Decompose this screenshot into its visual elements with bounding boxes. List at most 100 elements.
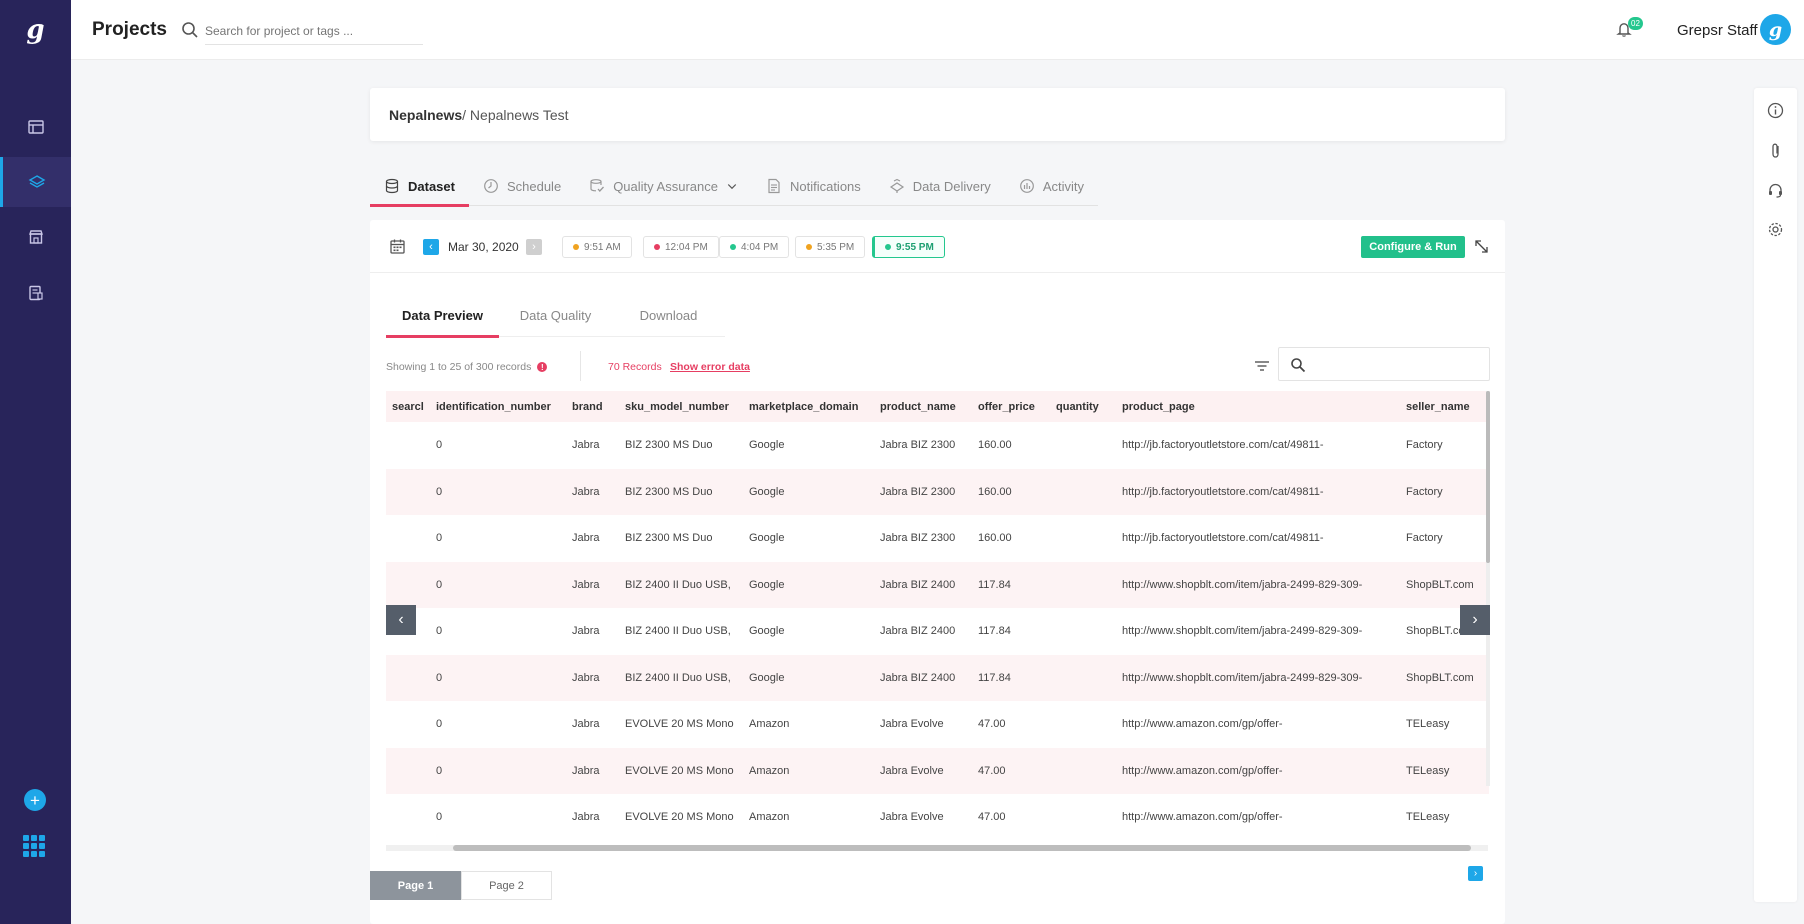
breadcrumb: Nepalnews/ Nepalnews Test <box>389 107 569 123</box>
settings-icon[interactable] <box>1766 220 1785 239</box>
horizontal-scrollbar[interactable] <box>386 845 1488 851</box>
table-cell: EVOLVE 20 MS Mono <box>619 794 743 841</box>
table-cell: Factory <box>1400 468 1489 515</box>
avatar[interactable]: g <box>1760 14 1791 45</box>
table-cell: BIZ 2400 II Duo USB, <box>619 561 743 608</box>
tab-data-quality[interactable]: Data Quality <box>499 294 612 337</box>
breadcrumb-parent[interactable]: Nepalnews <box>389 107 462 123</box>
run-time-pill-active[interactable]: 9:55 PM <box>872 236 945 258</box>
page-button[interactable]: Page 1 <box>370 871 461 900</box>
table-row[interactable]: 0 Jabra EVOLVE 20 MS Mono Amazon Jabra Evolv… <box>386 747 1489 794</box>
sidebar-item-store[interactable] <box>0 212 71 262</box>
records-summary: Showing 1 to 25 of 300 records ! <box>386 361 548 373</box>
table-row[interactable]: 0 Jabra EVOLVE 20 MS Mono Amazon Jabra Evolv… <box>386 701 1489 748</box>
records-bar: Showing 1 to 25 of 300 records ! 70 Reco… <box>386 347 1490 387</box>
tab-dataset[interactable]: Dataset <box>370 166 469 207</box>
table-cell <box>386 747 430 794</box>
run-time-pill[interactable]: 4:04 PM <box>719 236 790 258</box>
pagination: Page 1 Page 2 <box>370 871 552 900</box>
column-header[interactable]: identification_number <box>430 391 566 422</box>
table-cell: Jabra <box>566 654 619 701</box>
table-cell: Jabra BIZ 2300 <box>874 515 972 562</box>
configure-run-button[interactable]: Configure & Run <box>1361 236 1465 258</box>
tab-schedule[interactable]: Schedule <box>469 166 575 206</box>
table-cell: Jabra <box>566 561 619 608</box>
expand-icon[interactable] <box>1473 238 1490 255</box>
scroll-thumb[interactable] <box>453 845 1471 851</box>
dataset-panel: ‹ Mar 30, 2020 › 9:51 AM 12:04 PM 4:04 P… <box>370 220 1505 924</box>
run-time: 9:51 AM <box>584 241 621 253</box>
breadcrumb-separator: / <box>462 107 470 123</box>
run-time-pill[interactable]: 9:51 AM <box>562 236 632 258</box>
headset-icon[interactable] <box>1766 181 1785 200</box>
table-cell <box>386 561 430 608</box>
scroll-left-button[interactable]: ‹ <box>386 605 416 635</box>
column-header[interactable]: product_name <box>874 391 972 422</box>
run-time-pill[interactable]: 5:35 PM <box>795 236 866 258</box>
data-table-container[interactable]: searcl identification_number brand sku_m… <box>386 391 1489 852</box>
column-header[interactable]: seller_name <box>1400 391 1489 422</box>
run-status-dot <box>654 244 660 250</box>
table-row[interactable]: 0 Jabra EVOLVE 20 MS Mono Amazon Jabra Evolv… <box>386 794 1489 841</box>
scroll-thumb[interactable] <box>1486 391 1490 563</box>
table-cell: Jabra BIZ 2300 <box>874 422 972 469</box>
tab-label: Quality Assurance <box>613 178 718 194</box>
table-search-input[interactable] <box>1278 347 1490 381</box>
table-cell: Jabra Evolve <box>874 794 972 841</box>
tab-data-preview[interactable]: Data Preview <box>386 294 499 338</box>
column-header[interactable]: marketplace_domain <box>743 391 874 422</box>
tab-activity[interactable]: Activity <box>1005 166 1098 206</box>
show-error-data-link[interactable]: Show error data <box>670 361 750 373</box>
apps-grid-icon[interactable] <box>23 835 45 857</box>
column-header[interactable]: quantity <box>1050 391 1116 422</box>
table-cell: Google <box>743 422 874 469</box>
qa-icon <box>590 179 605 192</box>
tab-label: Dataset <box>408 178 455 194</box>
vertical-scrollbar[interactable] <box>1486 391 1490 786</box>
table-cell <box>1050 794 1116 841</box>
tab-notifications[interactable]: Notifications <box>752 166 875 206</box>
sidebar-item-projects[interactable] <box>0 157 71 207</box>
user-name[interactable]: Grepsr Staff <box>1677 22 1758 39</box>
run-toolbar: ‹ Mar 30, 2020 › 9:51 AM 12:04 PM 4:04 P… <box>370 220 1505 273</box>
column-header[interactable]: offer_price <box>972 391 1050 422</box>
tab-download[interactable]: Download <box>612 294 725 337</box>
app-logo[interactable]: g <box>0 0 71 60</box>
table-cell: BIZ 2400 II Duo USB, <box>619 608 743 655</box>
report-icon <box>28 285 43 301</box>
filter-icon[interactable] <box>1253 357 1271 375</box>
page-button[interactable]: Page 2 <box>461 871 552 900</box>
table-cell: Jabra BIZ 2400 <box>874 608 972 655</box>
table-cell <box>1050 654 1116 701</box>
column-header[interactable]: brand <box>566 391 619 422</box>
table-row[interactable]: 0 Jabra BIZ 2300 MS Duo Google Jabra BIZ 230… <box>386 422 1489 469</box>
project-search-input[interactable] <box>205 17 423 45</box>
column-header[interactable]: sku_model_number <box>619 391 743 422</box>
attachment-icon[interactable] <box>1766 141 1785 160</box>
run-time-pill[interactable]: 12:04 PM <box>643 236 719 258</box>
column-header[interactable]: searcl <box>386 391 430 422</box>
table-row[interactable]: 0 Jabra BIZ 2300 MS Duo Google Jabra BIZ 230… <box>386 515 1489 562</box>
column-header[interactable]: product_page <box>1116 391 1400 422</box>
sidebar-item-reports[interactable] <box>0 268 71 318</box>
table-cell: Amazon <box>743 701 874 748</box>
table-cell: Jabra <box>566 422 619 469</box>
next-date-button[interactable]: › <box>526 239 542 255</box>
add-button[interactable]: + <box>24 789 46 811</box>
scroll-right-button[interactable]: › <box>1460 605 1490 635</box>
table-cell: 117.84 <box>972 561 1050 608</box>
info-icon[interactable] <box>1766 101 1785 120</box>
sidebar-item-dashboard[interactable] <box>0 102 71 152</box>
table-row[interactable]: 0 Jabra BIZ 2400 II Duo USB, Google Jabra BI… <box>386 608 1489 655</box>
table-row[interactable]: 0 Jabra BIZ 2300 MS Duo Google Jabra BIZ 230… <box>386 468 1489 515</box>
table-cell: Google <box>743 515 874 562</box>
tab-data-delivery[interactable]: Data Delivery <box>875 166 1005 206</box>
run-time: 5:35 PM <box>817 241 855 253</box>
previous-date-button[interactable]: ‹ <box>423 239 439 255</box>
next-page-button[interactable]: › <box>1468 866 1483 881</box>
calendar-icon[interactable] <box>389 238 406 255</box>
table-row[interactable]: 0 Jabra BIZ 2400 II Duo USB, Google Jabra BI… <box>386 561 1489 608</box>
clock-icon <box>484 179 498 193</box>
tab-quality-assurance[interactable]: Quality Assurance <box>575 166 752 206</box>
table-row[interactable]: 0 Jabra BIZ 2400 II Duo USB, Google Jabra BI… <box>386 654 1489 701</box>
